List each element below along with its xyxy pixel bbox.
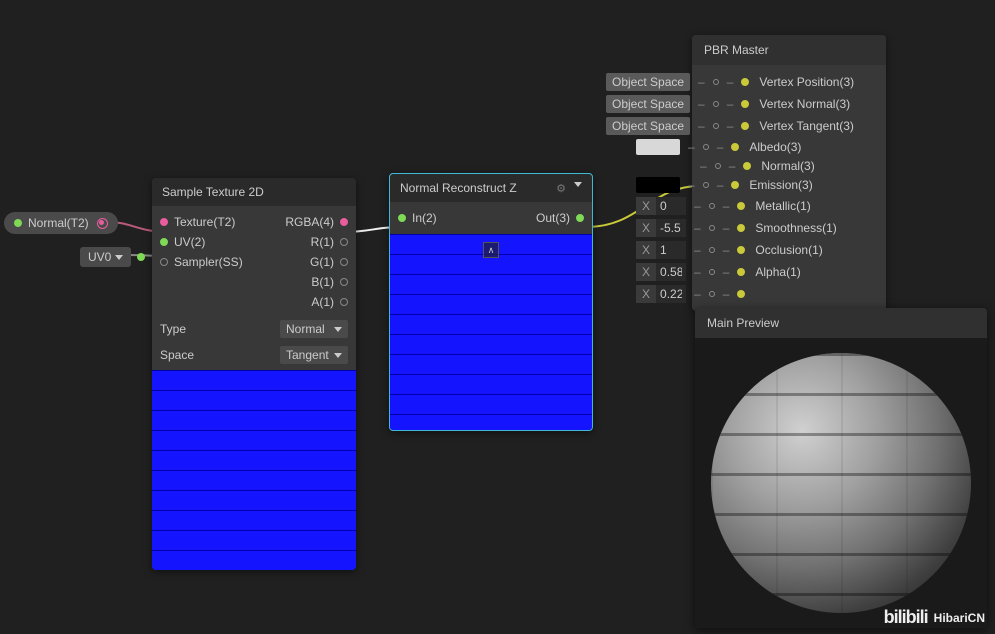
output-rgba[interactable]: RGBA(4)	[254, 212, 356, 232]
master-input-0[interactable]: Object Space––Vertex Position(3)	[692, 71, 886, 93]
input-port[interactable]	[737, 290, 745, 298]
watermark-text: HibariCN	[934, 611, 985, 625]
type-label: Type	[160, 322, 186, 336]
node-title: Sample Texture 2D	[152, 178, 356, 206]
value-input[interactable]: X	[636, 219, 686, 237]
input-in[interactable]: In(2)	[390, 208, 491, 228]
color-swatch[interactable]	[636, 177, 680, 193]
master-input-4[interactable]: ––Normal(3)	[692, 157, 886, 175]
master-input-8[interactable]: X––Occlusion(1)	[692, 239, 886, 261]
main-preview-panel[interactable]: Main Preview	[695, 308, 987, 628]
master-input-7[interactable]: X––Smoothness(1)	[692, 217, 886, 239]
uv-label: UV0	[88, 250, 111, 264]
uv-dropdown[interactable]: UV0	[80, 247, 131, 267]
port-small	[703, 182, 709, 188]
port-label: Albedo(3)	[749, 140, 801, 154]
port-small	[709, 203, 715, 209]
node-pbr-master[interactable]: PBR Master Object Space––Vertex Position…	[692, 35, 886, 311]
master-input-2[interactable]: Object Space––Vertex Tangent(3)	[692, 115, 886, 137]
port-label: Occlusion(1)	[755, 243, 822, 257]
port-small	[709, 247, 715, 253]
input-port[interactable]	[737, 224, 745, 232]
port-small	[713, 123, 719, 129]
gear-icon[interactable]: ⚙	[556, 182, 566, 195]
output-a[interactable]: A(1)	[254, 292, 356, 312]
master-input-9[interactable]: X––Alpha(1)	[692, 261, 886, 283]
node-preview: ∧	[390, 234, 592, 430]
port-small	[713, 101, 719, 107]
output-b[interactable]: B(1)	[254, 272, 356, 292]
port-small	[709, 291, 715, 297]
port-label: Smoothness(1)	[755, 221, 836, 235]
node-sample-texture-2d[interactable]: Sample Texture 2D Texture(T2) UV(2) Samp…	[152, 178, 356, 570]
input-uv[interactable]: UV(2)	[152, 232, 254, 252]
value-input[interactable]: X	[636, 241, 686, 259]
number-field[interactable]	[656, 263, 686, 281]
port-small	[703, 144, 709, 150]
input-sampler[interactable]: Sampler(SS)	[152, 252, 254, 272]
master-input-10[interactable]: X––	[692, 283, 886, 305]
space-chip: Object Space	[606, 117, 690, 135]
type-dropdown[interactable]: Normal	[280, 320, 348, 338]
port-label: Vertex Tangent(3)	[759, 119, 854, 133]
port-label: Vertex Position(3)	[759, 75, 854, 89]
preview-viewport[interactable]	[695, 338, 987, 628]
space-label: Space	[160, 348, 194, 362]
node-title: PBR Master	[692, 35, 886, 65]
master-input-6[interactable]: X––Metallic(1)	[692, 195, 886, 217]
node-title: Normal Reconstruct Z	[400, 181, 517, 195]
input-texture[interactable]: Texture(T2)	[152, 212, 254, 232]
dropdown-icon	[115, 255, 123, 260]
space-chip: Object Space	[606, 73, 690, 91]
output-port[interactable]	[137, 253, 145, 261]
node-normal-reconstruct-z[interactable]: Normal Reconstruct Z ⚙ In(2) Out(3) ∧	[389, 173, 593, 431]
input-port[interactable]	[741, 100, 749, 108]
preview-title: Main Preview	[695, 308, 987, 338]
input-port[interactable]	[737, 268, 745, 276]
space-dropdown[interactable]: Tangent	[280, 346, 348, 364]
input-port[interactable]	[737, 246, 745, 254]
number-field[interactable]	[656, 241, 686, 259]
port-label: Alpha(1)	[755, 265, 800, 279]
port-dot	[14, 219, 22, 227]
input-port[interactable]	[737, 202, 745, 210]
value-input[interactable]: X	[636, 263, 686, 281]
input-port[interactable]	[741, 122, 749, 130]
port-small	[715, 163, 721, 169]
space-chip: Object Space	[606, 95, 690, 113]
output-g[interactable]: G(1)	[254, 252, 356, 272]
collapse-icon[interactable]	[574, 182, 582, 187]
preview-sphere	[711, 353, 971, 613]
bilibili-logo: bilibili	[884, 607, 928, 628]
number-field[interactable]	[656, 197, 686, 215]
pill-label: Normal(T2)	[28, 216, 89, 230]
master-input-5[interactable]: ––Emission(3)	[692, 175, 886, 195]
port-small	[709, 269, 715, 275]
number-field[interactable]	[656, 285, 686, 303]
port-small	[709, 225, 715, 231]
collapse-button[interactable]: ∧	[483, 242, 499, 258]
input-port[interactable]	[731, 143, 739, 151]
input-port[interactable]	[741, 78, 749, 86]
property-pill-normal[interactable]: Normal(T2)	[4, 212, 118, 234]
output-r[interactable]: R(1)	[254, 232, 356, 252]
value-input[interactable]: X	[636, 197, 686, 215]
master-input-1[interactable]: Object Space––Vertex Normal(3)	[692, 93, 886, 115]
number-field[interactable]	[656, 219, 686, 237]
port-label: Emission(3)	[749, 178, 812, 192]
input-port[interactable]	[743, 162, 751, 170]
color-swatch[interactable]	[636, 139, 680, 155]
watermark: bilibili HibariCN	[884, 607, 985, 628]
node-preview	[152, 370, 356, 570]
port-label: Vertex Normal(3)	[759, 97, 850, 111]
master-input-3[interactable]: ––Albedo(3)	[692, 137, 886, 157]
input-port[interactable]	[731, 181, 739, 189]
value-input[interactable]: X	[636, 285, 686, 303]
port-label: Metallic(1)	[755, 199, 810, 213]
port-label: Normal(3)	[761, 159, 814, 173]
output-out[interactable]: Out(3)	[491, 208, 592, 228]
port-small	[713, 79, 719, 85]
output-port[interactable]	[97, 218, 108, 229]
